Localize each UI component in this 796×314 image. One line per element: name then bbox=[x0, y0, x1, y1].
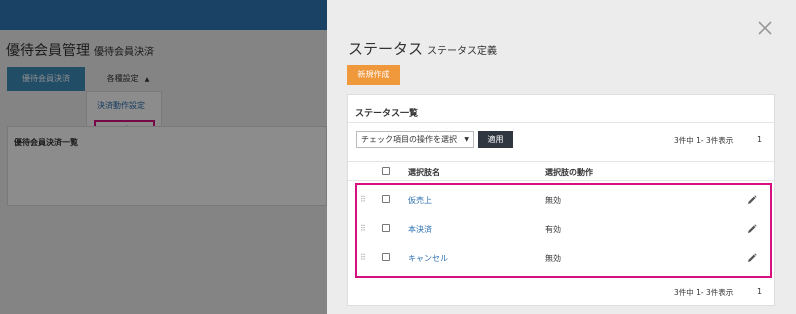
status-panel: ステータス ステータス定義 新規作成 ステータス一覧 チェック項目の操作を選択 ▼… bbox=[327, 0, 796, 314]
result-count-top: 3件中 1- 3件表示 bbox=[674, 136, 734, 145]
status-list-box: ステータス一覧 チェック項目の操作を選択 ▼ 適用 3件中 1- 3件表示 1 … bbox=[347, 94, 775, 306]
caret-down-icon: ▼ bbox=[464, 136, 469, 143]
bulk-action-selected: チェック項目の操作を選択 bbox=[361, 135, 457, 144]
table-header: 選択肢名 選択肢の動作 bbox=[348, 161, 774, 181]
pagination-page-bottom[interactable]: 1 bbox=[757, 287, 762, 296]
column-header-action: 選択肢の動作 bbox=[545, 168, 593, 177]
panel-subtitle: ステータス定義 bbox=[427, 46, 498, 57]
close-icon[interactable] bbox=[755, 18, 775, 38]
select-all-checkbox[interactable] bbox=[382, 167, 390, 175]
new-create-button[interactable]: 新規作成 bbox=[347, 65, 400, 85]
pagination-page-top[interactable]: 1 bbox=[757, 135, 762, 144]
rows-highlight-frame bbox=[355, 183, 772, 278]
apply-button[interactable]: 適用 bbox=[478, 131, 513, 148]
column-header-name: 選択肢名 bbox=[408, 168, 440, 177]
panel-title-text: ステータス bbox=[348, 40, 424, 58]
panel-title: ステータス ステータス定義 bbox=[348, 38, 497, 59]
divider bbox=[348, 122, 774, 123]
result-count-bottom: 3件中 1- 3件表示 bbox=[674, 288, 734, 297]
status-list-title: ステータス一覧 bbox=[355, 109, 419, 119]
bulk-action-select[interactable]: チェック項目の操作を選択 ▼ bbox=[356, 131, 474, 148]
